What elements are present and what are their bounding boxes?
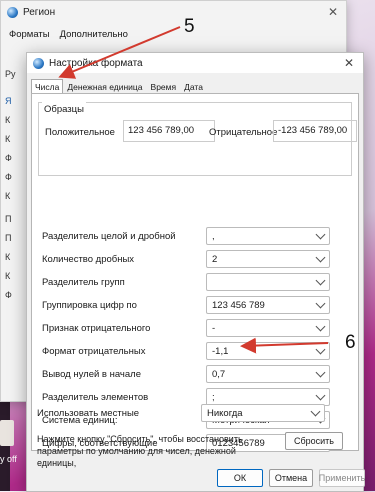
annotation-arrows (58, 26, 329, 354)
annotation-arrow-6 (240, 337, 329, 354)
annotation-label-6: 6 (345, 332, 356, 353)
annotation-arrow-5 (58, 26, 181, 79)
annotation-label-5: 5 (184, 16, 195, 37)
